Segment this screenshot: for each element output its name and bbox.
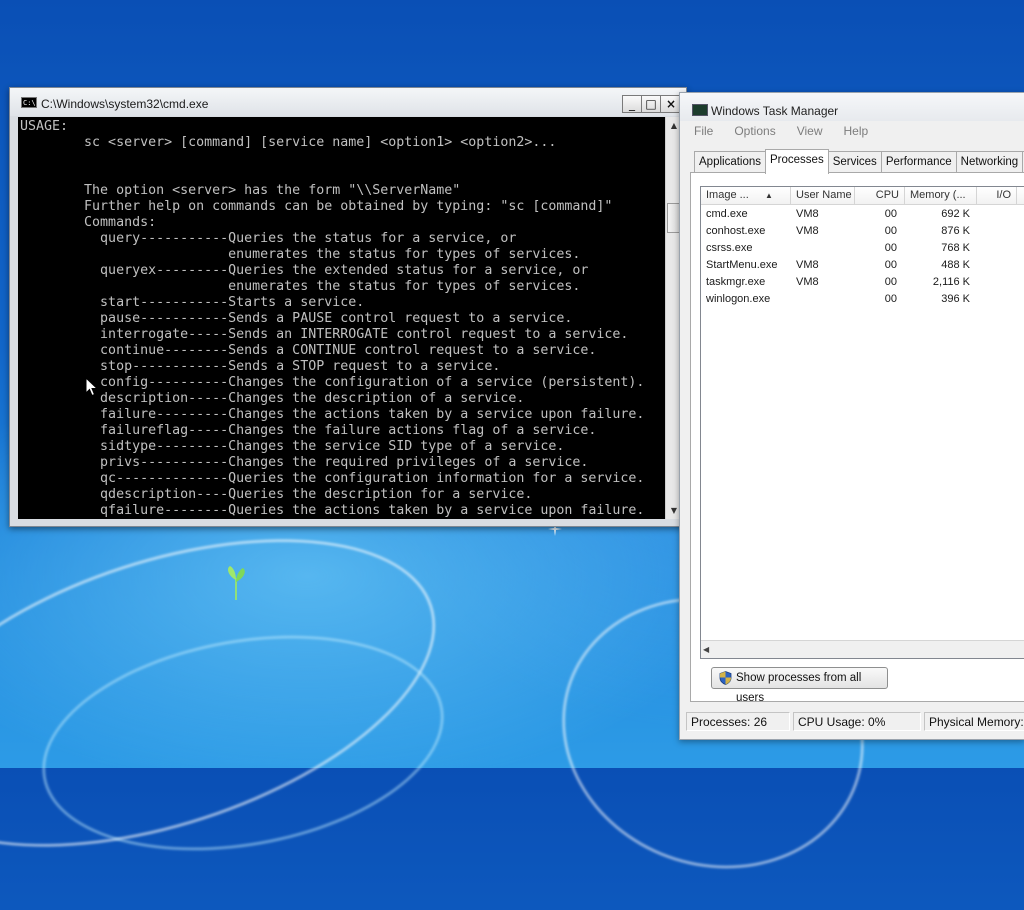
process-row[interactable]: taskmgr.exe VM8 00 2,116 K <box>701 274 1024 291</box>
process-row[interactable]: csrss.exe 00 768 K <box>701 240 1024 257</box>
column-io[interactable]: I/O <box>977 187 1017 204</box>
process-row[interactable]: StartMenu.exe VM8 00 488 K <box>701 257 1024 274</box>
column-memory[interactable]: Memory (... <box>905 187 977 204</box>
process-list-header: Image ... ▲ User Name CPU Memory (... I/… <box>701 187 1024 205</box>
cell-cpu: 00 <box>884 225 897 237</box>
cell-user-name: VM8 <box>796 259 819 271</box>
cmd-app-icon: C:\ <box>21 97 37 108</box>
process-row[interactable]: conhost.exe VM8 00 876 K <box>701 223 1024 240</box>
status-physical-memory: Physical Memory: 1 <box>924 712 1024 731</box>
process-list[interactable]: Image ... ▲ User Name CPU Memory (... I/… <box>700 186 1024 659</box>
cell-memory: 876 K <box>941 225 970 237</box>
uac-shield-icon <box>719 671 732 685</box>
cmd-window-title: C:\Windows\system32\cmd.exe <box>41 97 209 111</box>
task-manager-app-icon <box>692 104 708 116</box>
cell-memory: 692 K <box>941 208 970 220</box>
cell-memory: 396 K <box>941 293 970 305</box>
tab-services[interactable]: Services <box>827 151 882 172</box>
cell-memory: 768 K <box>941 242 970 254</box>
task-manager-window[interactable]: Windows Task Manager File Options View H… <box>679 92 1024 740</box>
tab-networking[interactable]: Networking <box>955 151 1024 172</box>
cell-image-name: csrss.exe <box>706 242 753 254</box>
cell-memory: 2,116 K <box>932 276 970 288</box>
console-text: USAGE: sc <server> [command] [service na… <box>20 119 645 518</box>
mouse-pointer-icon <box>85 377 99 397</box>
menu-view[interactable]: View <box>783 124 830 142</box>
process-list-hscrollbar[interactable]: ◀ <box>701 640 1024 658</box>
tab-performance[interactable]: Performance <box>880 151 957 172</box>
cmd-titlebar[interactable]: C:\ C:\Windows\system32\cmd.exe _ □ × <box>10 88 686 116</box>
tab-applications[interactable]: Applications <box>694 151 767 172</box>
tab-processes[interactable]: Processes <box>765 149 829 174</box>
task-manager-title: Windows Task Manager <box>711 104 839 118</box>
cell-cpu: 00 <box>884 293 897 305</box>
cell-cpu: 00 <box>884 242 897 254</box>
cell-memory: 488 K <box>941 259 970 271</box>
menu-bar: File Options View Help <box>680 124 875 142</box>
cell-user-name: VM8 <box>796 276 819 288</box>
column-image-name[interactable]: Image ... ▲ <box>701 187 791 204</box>
show-all-processes-label: Show processes from all users <box>736 672 862 704</box>
column-user-name[interactable]: User Name <box>791 187 855 204</box>
menu-help[interactable]: Help <box>830 124 876 142</box>
cell-cpu: 00 <box>884 208 897 220</box>
status-cpu-usage: CPU Usage: 0% <box>793 712 921 731</box>
tab-strip: Applications Processes Services Performa… <box>694 149 1024 174</box>
console-output[interactable]: USAGE: sc <server> [command] [service na… <box>18 117 665 519</box>
status-processes: Processes: 26 <box>686 712 790 731</box>
cell-user-name: VM8 <box>796 208 819 220</box>
cell-image-name: taskmgr.exe <box>706 276 766 288</box>
cell-image-name: conhost.exe <box>706 225 766 237</box>
menu-options[interactable]: Options <box>720 124 782 142</box>
cell-image-name: cmd.exe <box>706 208 748 220</box>
cell-cpu: 00 <box>884 259 897 271</box>
menu-file[interactable]: File <box>680 124 720 142</box>
cell-image-name: winlogon.exe <box>706 293 771 305</box>
sort-ascending-icon: ▲ <box>765 191 773 200</box>
task-manager-titlebar[interactable]: Windows Task Manager <box>680 93 1024 121</box>
column-image-name-label: Image ... <box>706 189 749 201</box>
scroll-left-icon[interactable]: ◀ <box>703 641 717 658</box>
cell-image-name: StartMenu.exe <box>706 259 778 271</box>
status-bar: Processes: 26 CPU Usage: 0% Physical Mem… <box>680 709 1024 733</box>
cmd-window[interactable]: C:\ C:\Windows\system32\cmd.exe _ □ × US… <box>9 87 687 527</box>
column-cpu[interactable]: CPU <box>855 187 905 204</box>
process-row[interactable]: cmd.exe VM8 00 692 K <box>701 206 1024 223</box>
cell-user-name: VM8 <box>796 225 819 237</box>
minimize-button[interactable]: _ <box>622 95 642 113</box>
wallpaper-leaf-icon <box>228 566 245 600</box>
show-all-processes-button[interactable]: Show processes from all users <box>711 667 888 704</box>
maximize-button[interactable]: □ <box>641 95 661 113</box>
cell-cpu: 00 <box>884 276 897 288</box>
process-row[interactable]: winlogon.exe 00 396 K <box>701 291 1024 308</box>
